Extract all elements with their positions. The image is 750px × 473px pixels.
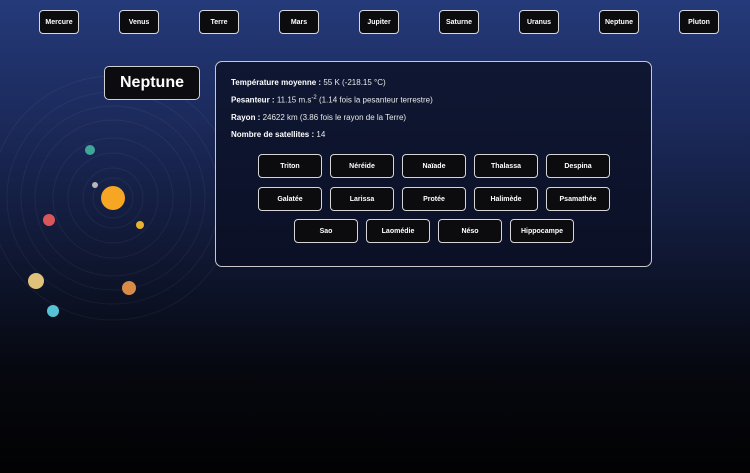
gravity-exponent: -2 (311, 95, 317, 101)
solar-system-diagram (0, 75, 236, 321)
satellites-label: Nombre de satellites : (231, 130, 315, 139)
satellite-button-laomedie[interactable]: Laomédie (366, 219, 430, 243)
gravity-label: Pesanteur : (231, 95, 275, 105)
nav-button-venus[interactable]: Venus (119, 10, 159, 34)
earth-icon[interactable] (47, 305, 59, 317)
satellite-button-galatee[interactable]: Galatée (258, 187, 322, 211)
nav-button-neptune[interactable]: Neptune (599, 10, 639, 34)
satellite-button-triton[interactable]: Triton (258, 154, 322, 178)
planet-info-panel: Température moyenne : 55 K (-218.15 °C) … (215, 61, 652, 267)
jupiter-icon[interactable] (28, 273, 44, 289)
satellite-button-hippocampe[interactable]: Hippocampe (510, 219, 574, 243)
nav-button-mars[interactable]: Mars (279, 10, 319, 34)
gravity-row: Pesanteur : 11.15 m.s-2 (1.14 fois la pe… (231, 95, 433, 105)
satellite-button-naiade[interactable]: Naïade (402, 154, 466, 178)
saturn-icon[interactable] (122, 281, 136, 295)
mercury-icon[interactable] (92, 182, 98, 188)
satellite-button-protee[interactable]: Protée (402, 187, 466, 211)
satellite-button-psamathee[interactable]: Psamathée (546, 187, 610, 211)
nav-button-uranus[interactable]: Uranus (519, 10, 559, 34)
satellite-button-larissa[interactable]: Larissa (330, 187, 394, 211)
radius-row: Rayon : 24622 km (3.86 fois le rayon de … (231, 113, 406, 122)
satellite-button-sao[interactable]: Sao (294, 219, 358, 243)
planet-title: Neptune (104, 66, 200, 100)
nav-button-pluton[interactable]: Pluton (679, 10, 719, 34)
temperature-value: 55 K (-218.15 °C) (323, 78, 386, 87)
nav-button-mercure[interactable]: Mercure (39, 10, 79, 34)
gravity-note: (1.14 fois la pesanteur terrestre) (318, 95, 433, 105)
satellites-count-row: Nombre de satellites : 14 (231, 130, 325, 139)
radius-value: 24622 km (3.86 fois le rayon de la Terre… (262, 113, 407, 122)
satellites-count: 14 (316, 130, 326, 139)
temperature-label: Température moyenne : (231, 78, 322, 87)
venus-icon[interactable] (136, 221, 144, 229)
sun-icon[interactable] (101, 186, 125, 210)
satellite-button-thalassa[interactable]: Thalassa (474, 154, 538, 178)
satellite-button-halimede[interactable]: Halimède (474, 187, 538, 211)
mars-icon[interactable] (43, 214, 55, 226)
satellite-button-neso[interactable]: Néso (438, 219, 502, 243)
nav-button-terre[interactable]: Terre (199, 10, 239, 34)
nav-button-saturne[interactable]: Saturne (439, 10, 479, 34)
planet-nav: Mercure Venus Terre Mars Jupiter Saturne… (0, 0, 750, 44)
temperature-row: Température moyenne : 55 K (-218.15 °C) (231, 78, 386, 87)
uranus-icon[interactable] (85, 145, 95, 155)
satellite-button-despina[interactable]: Despina (546, 154, 610, 178)
gravity-value: 11.15 m.s (276, 95, 312, 105)
satellite-button-nereide[interactable]: Néréide (330, 154, 394, 178)
nav-button-jupiter[interactable]: Jupiter (359, 10, 399, 34)
radius-label: Rayon : (231, 113, 261, 122)
